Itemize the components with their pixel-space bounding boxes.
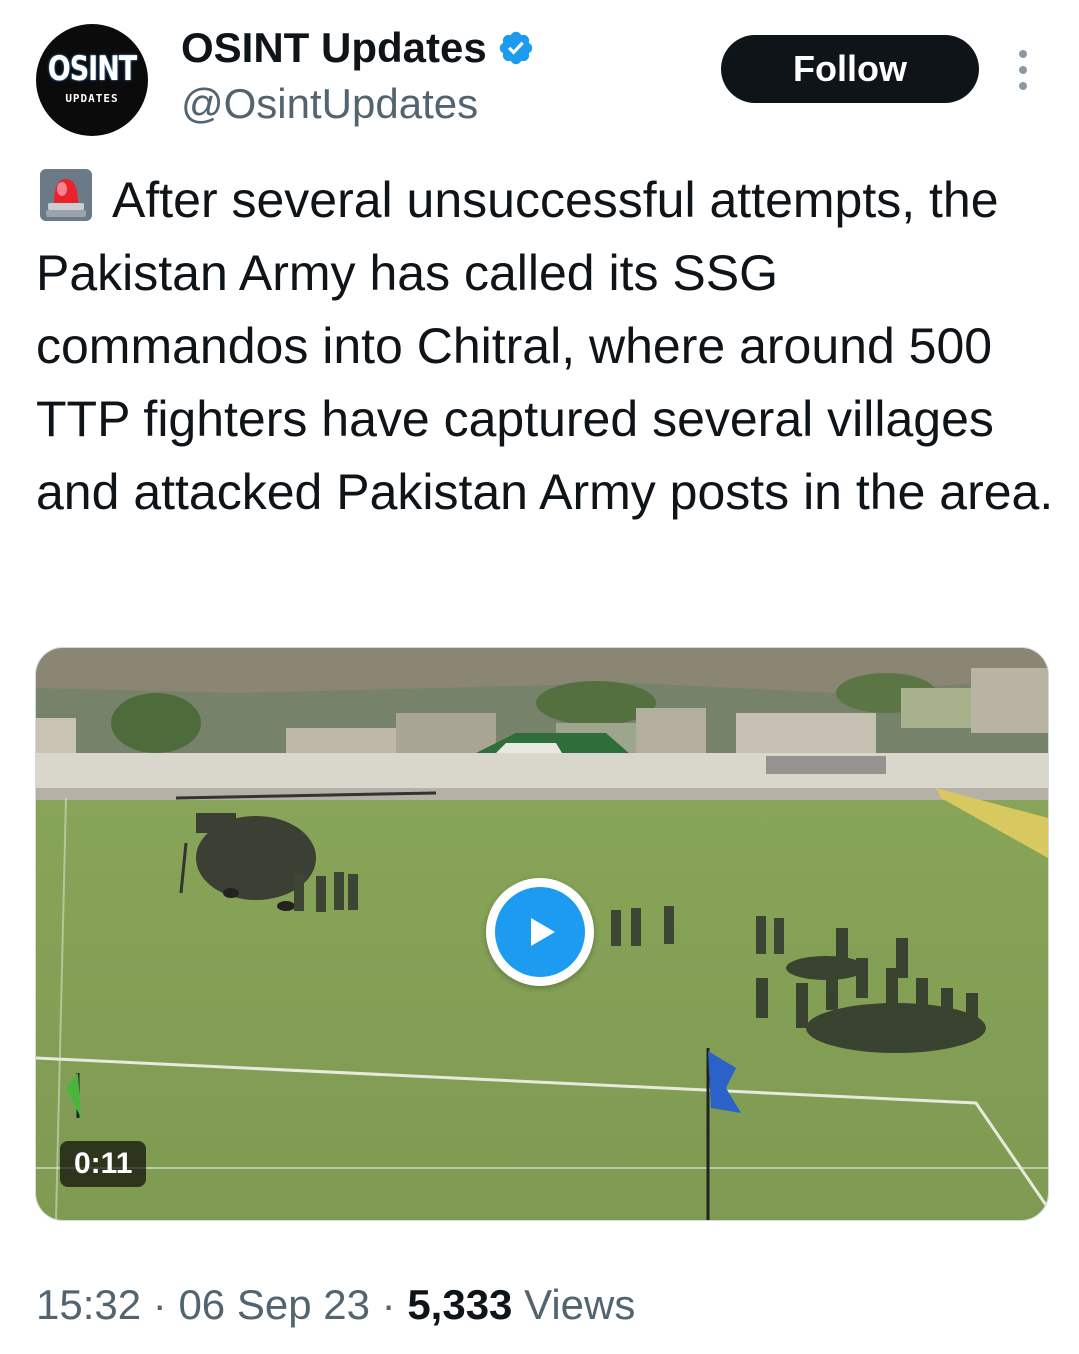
verified-badge-icon[interactable] xyxy=(497,29,535,67)
more-dot xyxy=(1019,66,1027,74)
views-label: Views xyxy=(524,1281,636,1328)
tweet-meta: 15:32 · 06 Sep 23 · 5,333 Views xyxy=(36,1277,635,1333)
more-dot xyxy=(1019,82,1027,90)
display-name-row: OSINT Updates xyxy=(181,22,535,74)
meta-separator: · xyxy=(152,1281,167,1328)
follow-button[interactable]: Follow xyxy=(721,35,979,103)
play-icon xyxy=(531,918,555,946)
meta-separator: · xyxy=(381,1281,396,1328)
tweet-date[interactable]: 06 Sep 23 xyxy=(178,1281,370,1328)
tweet-time[interactable]: 15:32 xyxy=(36,1281,141,1328)
rotating-light-emoji-icon xyxy=(40,169,92,221)
tweet-text: After several unsuccessful attempts, the… xyxy=(36,164,1056,529)
views-count: 5,333 xyxy=(407,1281,513,1328)
play-button[interactable] xyxy=(486,878,594,986)
account-handle[interactable]: @OsintUpdates xyxy=(181,78,478,130)
avatar[interactable]: OSINT UPDATES xyxy=(36,24,148,136)
avatar-logo-text: OSINT xyxy=(47,49,137,89)
more-options-icon[interactable] xyxy=(1008,50,1038,90)
video-player[interactable]: 0:11 xyxy=(35,647,1049,1221)
play-button-inner xyxy=(495,887,585,977)
tweet-body: After several unsuccessful attempts, the… xyxy=(36,172,1054,520)
video-duration-badge: 0:11 xyxy=(60,1141,147,1187)
more-dot xyxy=(1019,50,1027,58)
avatar-logo-subtext: UPDATES xyxy=(65,91,119,105)
display-name[interactable]: OSINT Updates xyxy=(181,22,487,74)
